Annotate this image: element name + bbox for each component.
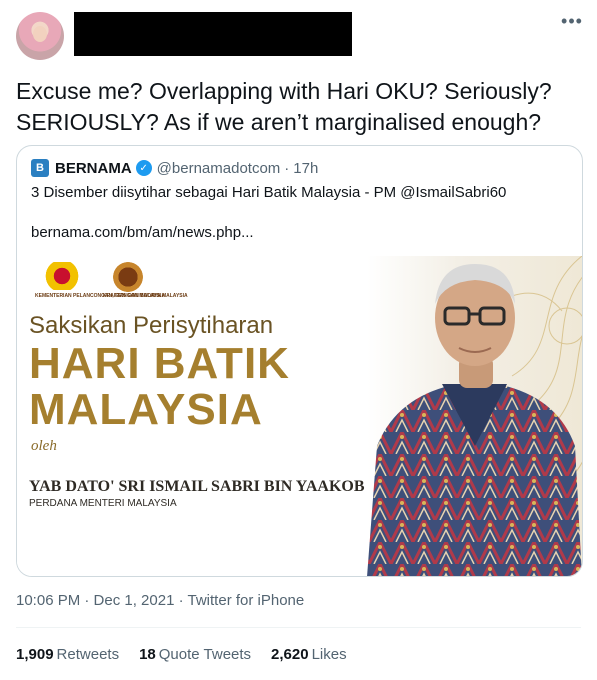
quoted-time[interactable]: 17h (293, 160, 318, 177)
avatar[interactable] (16, 12, 64, 60)
quote-tweets-count: 18 (139, 646, 156, 663)
ministry-emblem-icon (39, 262, 85, 290)
bernama-logo-icon: B (31, 159, 49, 177)
image-heading: Saksikan Perisytiharan (29, 312, 274, 339)
quoted-tweet[interactable]: B BERNAMA ✓ @bernamadotcom · 17h 3 Disem… (16, 145, 583, 577)
verified-badge-icon: ✓ (135, 160, 152, 176)
likes-stat[interactable]: 2,620 Likes (271, 646, 347, 663)
tweet-timestamp[interactable]: 10:06 PM · Dec 1, 2021 (16, 592, 174, 609)
tweet-text: Excuse me? Overlapping with Hari OKU? Se… (16, 78, 552, 135)
tweet-stats: 1,909 Retweets 18 Quote Tweets 2,620 Likes (16, 646, 347, 663)
separator-dot: · (284, 159, 290, 177)
kraftangan-caption: KRAFTANGAN MALAYSIA (103, 293, 165, 299)
prime-minister-portrait (367, 264, 582, 576)
likes-count: 2,620 (271, 646, 309, 663)
image-person-name: YAB DATO' SRI ISMAIL SABRI BIN YAAKOB (29, 478, 365, 495)
kraftangan-emblem-icon (113, 262, 143, 292)
retweets-count: 1,909 (16, 646, 54, 663)
meta-separator: · (178, 592, 188, 609)
tweet-meta: 10:06 PM · Dec 1, 2021 · Twitter for iPh… (16, 592, 304, 609)
image-title-line2: MALAYSIA (29, 385, 263, 434)
likes-label: Likes (311, 646, 347, 663)
redacted-author-name (74, 12, 352, 56)
avatar-face (33, 26, 47, 42)
quoted-media-image[interactable]: KEMENTERIAN PELANCONGAN, SENI DAN BUDAYA… (17, 256, 582, 576)
quoted-tweet-header: B BERNAMA ✓ @bernamadotcom · 17h (31, 158, 318, 178)
divider (16, 627, 581, 628)
quote-tweets-label: Quote Tweets (158, 646, 252, 663)
image-person-title: PERDANA MENTERI MALAYSIA (29, 498, 177, 509)
image-title-line1: HARI BATIK (29, 339, 290, 388)
quote-tweets-stat[interactable]: 18 Quote Tweets (139, 646, 251, 663)
retweets-stat[interactable]: 1,909 Retweets (16, 646, 119, 663)
image-by-label: oleh (31, 438, 57, 454)
retweets-label: Retweets (56, 646, 120, 663)
quoted-tweet-text: 3 Disember diisytihar sebagai Hari Batik… (31, 184, 507, 201)
quoted-author-name[interactable]: BERNAMA (55, 160, 132, 177)
quoted-author-handle[interactable]: @bernamadotcom (157, 160, 281, 177)
more-horizontal-icon[interactable]: ••• (558, 12, 586, 34)
quoted-link[interactable]: bernama.com/bm/am/news.php... (31, 224, 254, 241)
tweet-source[interactable]: Twitter for iPhone (188, 592, 305, 609)
